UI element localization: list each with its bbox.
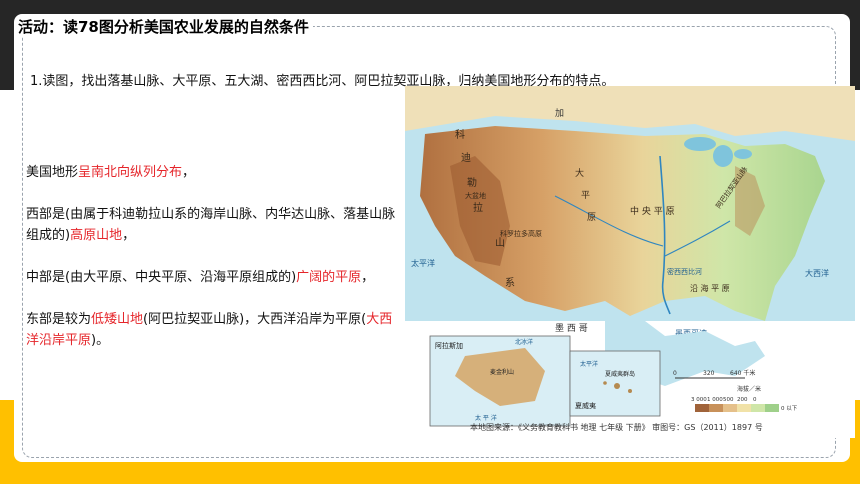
answer-line-1: 美国地形呈南北向纵列分布， (26, 165, 196, 180)
label-great-basin: 大盆地 (465, 191, 486, 200)
legend-swatch-6 (765, 404, 779, 412)
label-yuan: 原 (587, 212, 596, 223)
label-shan: 山 (495, 237, 505, 249)
legend-tick-1000: 1 000 (707, 397, 723, 403)
label-alaska: 阿拉斯加 (435, 341, 463, 350)
label-coastal-plain: 沿 海 平 原 (690, 283, 730, 293)
great-lakes-1 (684, 137, 716, 151)
label-ke: 科 (455, 128, 465, 141)
label-pacific: 太平洋 (411, 258, 435, 268)
great-lakes-3 (734, 149, 752, 159)
legend-title: 海拔／米 (737, 385, 761, 393)
legend-tick-200: 200 (737, 397, 748, 403)
slide-title: 活动：读78图分析美国农业发展的自然条件 (18, 16, 313, 37)
highlight-terrain: 呈南北向纵列分布 (78, 165, 183, 180)
hawaii-island-3 (603, 381, 607, 385)
label-arctic: 北冰洋 (515, 338, 533, 346)
scale-tick-320: 320 (703, 370, 715, 377)
hawaii-island-2 (628, 389, 632, 393)
label-hawaii-pacific: 太平洋 (580, 360, 598, 368)
hawaii-island-1 (614, 383, 620, 389)
label-da: 大 (575, 167, 584, 179)
label-di: 迪 (461, 152, 471, 164)
map-svg: 加 科 迪 勒 拉 山 系 大 平 原 中 央 平 原 大盆地 科罗拉多高原 阿… (405, 86, 855, 427)
label-alaska-pacific: 太 平 洋 (475, 414, 497, 422)
slide: 活动：读78图分析美国农业发展的自然条件 1.读图，找出落基山脉、大平原、五大湖… (0, 0, 860, 484)
label-xi: 系 (505, 277, 515, 289)
legend-below-sea: 0 以下 (781, 405, 798, 412)
label-hawaii: 夏威夷 (575, 401, 596, 410)
label-ping: 平 (581, 190, 590, 201)
elevation-legend: 海拔／米 3 000 1 000 500 200 0 0 以下 (691, 385, 798, 412)
label-mckinley: 麦金利山 (490, 368, 514, 376)
label-colorado: 科罗拉多高原 (500, 229, 542, 238)
legend-swatch-2 (709, 404, 723, 412)
answer-line-4: 东部是较为低矮山地(阿巴拉契亚山脉)，大西洋沿岸为平原(大西洋沿岸平原)。 (26, 312, 393, 348)
answer-block: 美国地形呈南北向纵列分布， 西部是(由属于科迪勒拉山系的海岸山脉、内华达山脉、落… (26, 162, 402, 372)
map-source-note: 本地图来源：《义务教育教科书 地理 七年级 下册》 审图号：GS（2011）18… (470, 423, 763, 432)
label-atlantic: 大西洋 (805, 268, 829, 278)
scale-tick-0: 0 (673, 370, 677, 377)
legend-swatch-5 (751, 404, 765, 412)
highlight-plain: 广阔的平原 (296, 270, 362, 285)
great-lakes-2 (713, 145, 733, 167)
legend-tick-3000: 3 000 (691, 397, 707, 403)
legend-swatch-1 (695, 404, 709, 412)
highlight-low-mountain: 低矮山地 (91, 312, 144, 327)
legend-swatch-4 (737, 404, 751, 412)
label-mississippi: 密西西比河 (667, 267, 702, 276)
scale-tick-640: 640 千米 (730, 369, 755, 377)
label-hawaii-islands: 夏威夷群岛 (605, 370, 635, 378)
highlight-plateau: 高原山地 (70, 228, 123, 243)
answer-line-2: 西部是(由属于科迪勒拉山系的海岸山脉、内华达山脉、落基山脉组成的)高原山地， (26, 207, 396, 243)
label-la: 拉 (473, 201, 483, 214)
legend-tick-500: 500 (723, 397, 734, 403)
inset-alaska: 阿拉斯加 麦金利山 北冰洋 太 平 洋 (429, 335, 571, 427)
label-le: 勒 (467, 176, 477, 189)
legend-tick-0: 0 (753, 397, 757, 403)
answer-line-3: 中部是(由大平原、中央平原、沿海平原组成的)广阔的平原， (26, 270, 375, 285)
legend-swatch-3 (723, 404, 737, 412)
inset-hawaii: 夏威夷 夏威夷群岛 太平洋 (569, 350, 661, 417)
usa-terrain-map: 加 科 迪 勒 拉 山 系 大 平 原 中 央 平 原 大盆地 科罗拉多高原 阿… (405, 86, 855, 438)
label-central-plain: 中 央 平 原 (630, 205, 675, 217)
label-mexico: 墨 西 哥 (555, 323, 588, 334)
label-canada: 加 (555, 108, 564, 119)
